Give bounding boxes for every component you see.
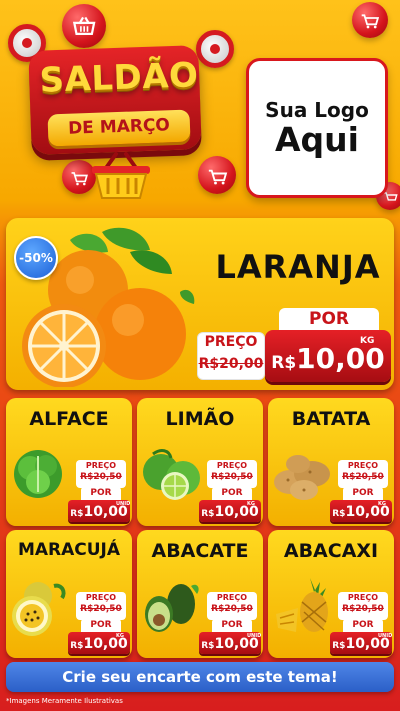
old-price-label: PREÇO (216, 461, 248, 470)
price-unit: KG (116, 633, 124, 639)
old-price-value: R$20,50 (80, 604, 122, 614)
price-currency: R$ (70, 509, 84, 519)
old-price-value: R$20,00 (198, 356, 264, 372)
flyer-page: SALDÃO DE MARÇO Sua Logo Aqui -50% LARAN… (0, 0, 400, 711)
price-unit: KG (378, 501, 386, 507)
por-label: POR (212, 619, 252, 632)
por-label: POR (212, 487, 252, 500)
por-label: POR (343, 619, 383, 632)
product-name: ABACATE (151, 540, 249, 562)
flyer-title: SALDÃO (38, 55, 200, 101)
por-label: POR (81, 619, 121, 632)
old-price-label: PREÇO (85, 461, 117, 470)
price-currency: R$ (201, 509, 215, 519)
old-price-label: PREÇO (347, 461, 379, 470)
por-label: POR (81, 487, 121, 500)
old-price-label: PREÇO (85, 593, 117, 602)
old-price-value: R$20,50 (211, 604, 253, 614)
header: SALDÃO DE MARÇO Sua Logo Aqui (0, 0, 400, 215)
logo-placeholder: Sua Logo Aqui (246, 58, 388, 198)
por-label: POR (343, 487, 383, 500)
hero-product-name: LARANJA (215, 248, 381, 286)
lime-icon (143, 449, 200, 500)
price-currency: R$ (332, 641, 346, 651)
pineapple-icon (276, 578, 328, 632)
shopping-basket-icon (92, 152, 150, 199)
price-unit: UNID (378, 633, 393, 639)
old-price-label: PREÇO (347, 593, 379, 602)
old-price-value: R$20,50 (342, 472, 384, 482)
cart-badge-icon (198, 156, 236, 194)
lettuce-icon (14, 450, 62, 498)
price-value: 10,00 (296, 342, 385, 375)
product-name: MARACUJÁ (17, 540, 121, 560)
hero-price: R$10,00 (265, 342, 391, 375)
price-currency: R$ (332, 509, 346, 519)
old-price-label: PREÇO (204, 334, 258, 350)
discount-badge: -50% (14, 236, 58, 280)
potato-icon (274, 455, 330, 500)
price-unit: UNID (116, 501, 131, 507)
product-name: ABACAXI (283, 540, 379, 562)
cta-banner[interactable]: Crie seu encarte com este tema! (6, 662, 394, 692)
price-currency: R$ (271, 353, 297, 373)
product-name: BATATA (291, 408, 371, 430)
price-currency: R$ (201, 641, 215, 651)
product-name: ALFACE (29, 408, 109, 430)
avocado-icon (145, 584, 199, 632)
logo-text-line2: Aqui (275, 119, 359, 159)
disclaimer: *Imagens Meramente Ilustrativas (6, 697, 123, 705)
por-label: POR (308, 309, 349, 329)
old-price-value: R$20,50 (342, 604, 384, 614)
logo-text-line1: Sua Logo (265, 97, 369, 122)
product-name: LIMÃO (165, 408, 235, 430)
price-unit: UNID (247, 633, 262, 639)
basket-badge-icon (352, 2, 388, 38)
basket-badge-icon (62, 4, 106, 48)
old-price-label: PREÇO (216, 593, 248, 602)
price-currency: R$ (70, 641, 84, 651)
passion-fruit-icon (12, 582, 66, 636)
old-price-value: R$20,50 (80, 472, 122, 482)
price-unit: KG (247, 501, 255, 507)
old-price-value: R$20,50 (211, 472, 253, 482)
